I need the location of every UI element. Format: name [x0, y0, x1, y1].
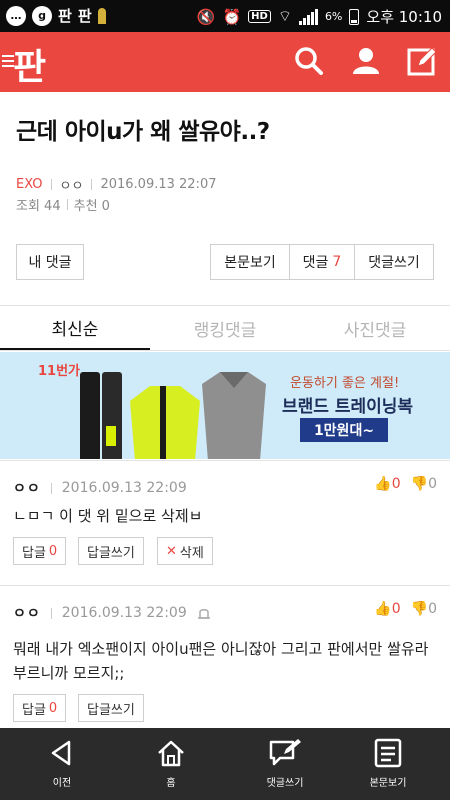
comment-votes: 👍0 👎0: [374, 476, 437, 492]
battery-icon: [349, 8, 360, 25]
delete-label: 삭제: [179, 545, 204, 561]
post-stats: 조회 44 추천 0: [16, 195, 110, 214]
downvote-count: 0: [428, 601, 437, 617]
nav-home[interactable]: 홈: [126, 728, 216, 800]
post-date: 2016.09.13 22:07: [100, 177, 217, 192]
view-count: 조회 44: [16, 199, 61, 214]
status-bar: … g 판 판 🔇 ⏰ HD ⌔ 6% 오후 10:10: [0, 0, 450, 32]
downvote-button[interactable]: 👎0: [411, 601, 437, 617]
downvote-count: 0: [428, 476, 437, 492]
comment-meta: ㅇㅇ 2016.09.13 22:09: [13, 478, 187, 498]
write-reply-button[interactable]: 답글쓰기: [78, 694, 144, 722]
divider: [0, 585, 450, 586]
post-category[interactable]: EXO: [16, 177, 43, 192]
write-reply-button[interactable]: 답글쓰기: [78, 537, 144, 565]
pann-notification-icon: 판: [58, 7, 72, 25]
nav-view-post[interactable]: 본문보기: [343, 728, 433, 800]
comment-text: 뭐래 내가 엑소팬이지 아이u팬은 아니잖아 그리고 판에서만 쌀유라 부르니까…: [13, 640, 429, 682]
delete-button[interactable]: ✕ 삭제: [157, 537, 213, 565]
divider: [91, 179, 93, 190]
ad-subheadline: 브랜드 트레이닝복: [282, 397, 414, 417]
nav-home-label: 홈: [166, 778, 176, 789]
tab-ranking[interactable]: 랭킹댓글: [150, 306, 300, 350]
ribbon-icon: [97, 7, 106, 24]
clock: 오후 10:10: [366, 8, 442, 26]
nav-write-comment[interactable]: 댓글쓰기: [240, 728, 330, 800]
my-comments-button[interactable]: 내 댓글: [16, 244, 84, 280]
comment-meta: ㅇㅇ 2016.09.13 22:09: [13, 603, 211, 623]
reply-label: 답글: [22, 702, 46, 718]
pann-logo[interactable]: 판: [13, 38, 46, 90]
reply-button[interactable]: 답글 0: [13, 537, 67, 565]
ad-price: 1만원대~: [300, 418, 388, 442]
divider: [50, 179, 52, 190]
nav-back[interactable]: 이전: [17, 728, 107, 800]
comments-count: 7: [332, 254, 342, 270]
home-icon: [158, 740, 184, 767]
mobile-icon: [197, 609, 210, 619]
write-icon[interactable]: [406, 45, 438, 77]
nav-write-comment-label: 댓글쓰기: [266, 778, 304, 789]
comment-date: 2016.09.13 22:09: [61, 480, 187, 496]
comments-count-button[interactable]: 댓글 7: [289, 244, 355, 280]
divider: [0, 350, 450, 351]
post-author: ㅇㅇ: [59, 179, 84, 194]
notification-icons: … g 판 판: [6, 5, 106, 26]
upvote-button[interactable]: 👍0: [374, 476, 400, 492]
recommend-count: 추천 0: [73, 199, 110, 214]
wifi-icon: ⌔: [277, 7, 292, 25]
reply-button[interactable]: 답글 0: [13, 694, 67, 722]
write-comment-button[interactable]: 댓글쓰기: [354, 244, 434, 280]
comment-write-icon: [269, 739, 301, 766]
battery-percent: 6%: [324, 10, 343, 23]
nav-back-label: 이전: [52, 778, 72, 789]
comment-date: 2016.09.13 22:09: [61, 605, 187, 621]
g-app-icon: g: [32, 5, 52, 26]
reply-count: 0: [48, 700, 58, 716]
messenger-icon: …: [6, 5, 26, 26]
bottom-nav: 이전 홈 댓글쓰기 본문보기: [0, 728, 450, 800]
tab-photo[interactable]: 사진댓글: [300, 306, 450, 350]
divider: [0, 460, 450, 461]
mute-icon: 🔇: [196, 7, 216, 26]
comments-label: 댓글: [302, 255, 329, 271]
reply-count: 0: [48, 543, 58, 559]
back-icon: [51, 740, 71, 766]
search-icon[interactable]: [293, 45, 325, 77]
view-post-button[interactable]: 본문보기: [210, 244, 290, 280]
downvote-button[interactable]: 👎0: [411, 476, 437, 492]
post-meta: EXO ㅇㅇ 2016.09.13 22:07: [16, 175, 216, 194]
tab-latest[interactable]: 최신순: [0, 306, 150, 350]
document-icon: [374, 738, 402, 768]
signal-icon: [298, 8, 318, 25]
system-icons: 🔇 ⏰ HD ⌔ 6% 오후 10:10: [197, 6, 442, 27]
upvote-count: 0: [391, 476, 401, 492]
nav-view-post-label: 본문보기: [369, 778, 407, 789]
post-title: 근데 아이u가 왜 쌀유야..?: [16, 119, 270, 145]
upvote-button[interactable]: 👍0: [374, 601, 400, 617]
reply-label: 답글: [22, 545, 46, 561]
alarm-icon: ⏰: [222, 7, 242, 26]
app-header: 판: [0, 32, 450, 92]
pann-notification-icon-2: 판: [77, 7, 92, 25]
divider: [66, 199, 68, 210]
divider: [50, 482, 52, 494]
ad-headline: 운동하기 좋은 계절!: [290, 376, 400, 391]
training-wear-image: [80, 372, 266, 459]
upvote-count: 0: [391, 601, 401, 617]
divider: [50, 607, 52, 619]
ad-banner[interactable]: 11번가 운동하기 좋은 계절! 브랜드 트레이닝복 1만원대~: [0, 352, 450, 459]
hd-voice-icon: HD: [248, 10, 271, 23]
comment-author: ㅇㅇ: [13, 481, 41, 497]
comment-votes: 👍0 👎0: [374, 601, 437, 617]
user-icon[interactable]: [350, 45, 382, 77]
comment-author: ㅇㅇ: [13, 606, 41, 622]
comment-text: ㄴㅁㄱ 이 댓 위 밑으로 삭제ㅂ: [13, 507, 203, 525]
close-icon: ✕: [166, 543, 177, 559]
